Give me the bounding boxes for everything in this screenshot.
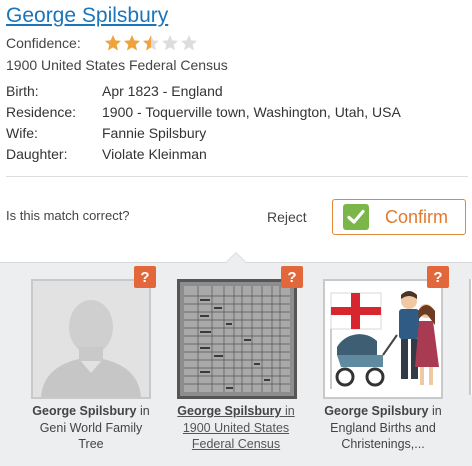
- fact-label: Birth:: [6, 83, 39, 99]
- selection-pointer: [226, 253, 246, 263]
- divider: [6, 176, 468, 177]
- confidence-row: Confidence:: [6, 34, 199, 52]
- record-in-word: in: [431, 404, 442, 418]
- confirm-button[interactable]: Confirm: [332, 199, 466, 235]
- record-card-census[interactable]: [177, 279, 297, 399]
- record-source-line: England Births and: [330, 420, 436, 435]
- record-person-name: George Spilsbury: [177, 404, 282, 418]
- help-badge-icon[interactable]: ?: [427, 266, 449, 288]
- births-illustration-thumbnail: [323, 279, 443, 399]
- star-half-icon: [142, 34, 161, 52]
- star-empty-icon: [161, 34, 180, 52]
- facts-list: Birth: Apr 1823 - England Residence: 190…: [6, 83, 401, 167]
- record-source-line: Geni World Family: [39, 420, 143, 435]
- fact-label: Wife:: [6, 125, 38, 141]
- record-caption-census[interactable]: George Spilsbury in 1900 United States F…: [168, 403, 304, 453]
- record-in-word: in: [139, 404, 150, 418]
- record-person-name: George Spilsbury: [32, 404, 137, 418]
- census-document-thumbnail: [177, 279, 297, 399]
- record-person-name: George Spilsbury: [324, 404, 429, 418]
- record-card-england-births[interactable]: [323, 279, 443, 399]
- fact-label: Residence:: [6, 104, 77, 120]
- confidence-stars: [104, 34, 199, 52]
- star-empty-icon: [180, 34, 199, 52]
- profile-silhouette-thumbnail: [31, 279, 151, 399]
- fact-row-wife: Wife: Fannie Spilsbury: [6, 125, 401, 146]
- person-name-link[interactable]: George Spilsbury: [6, 4, 168, 28]
- match-card: George Spilsbury Confidence: 1900 United…: [0, 0, 472, 262]
- fact-row-residence: Residence: 1900 - Toquerville town, Wash…: [6, 104, 401, 125]
- star-filled-icon: [123, 34, 142, 52]
- confirm-label: Confirm: [385, 206, 449, 227]
- match-question: Is this match correct?: [6, 208, 130, 223]
- fact-label: Daughter:: [6, 146, 68, 162]
- fact-row-daughter: Daughter: Violate Kleinman: [6, 146, 401, 167]
- checkmark-icon: [343, 204, 369, 230]
- record-source-line: Christenings,...: [341, 437, 425, 451]
- record-source-line: Tree: [78, 437, 104, 451]
- fact-row-birth: Birth: Apr 1823 - England: [6, 83, 401, 104]
- record-in-word: in: [284, 404, 295, 418]
- star-filled-icon: [104, 34, 123, 52]
- reject-button[interactable]: Reject: [267, 209, 307, 225]
- record-caption-geni[interactable]: George Spilsbury in Geni World Family Tr…: [23, 403, 159, 453]
- record-source-line: 1900 United States: [182, 420, 290, 435]
- help-badge-icon[interactable]: ?: [281, 266, 303, 288]
- fact-value: 1900 - Toquerville town, Washington, Uta…: [102, 104, 401, 120]
- help-badge-icon[interactable]: ?: [134, 266, 156, 288]
- record-source: 1900 United States Federal Census: [6, 57, 228, 73]
- fact-value: Violate Kleinman: [102, 146, 207, 162]
- confidence-label: Confidence:: [6, 35, 81, 51]
- record-caption-england-births[interactable]: George Spilsbury in England Births and C…: [315, 403, 451, 453]
- record-card-geni[interactable]: [31, 279, 151, 399]
- fact-value: Apr 1823 - England: [102, 83, 223, 99]
- record-source-line: Federal Census: [191, 437, 281, 451]
- fact-value: Fannie Spilsbury: [102, 125, 207, 141]
